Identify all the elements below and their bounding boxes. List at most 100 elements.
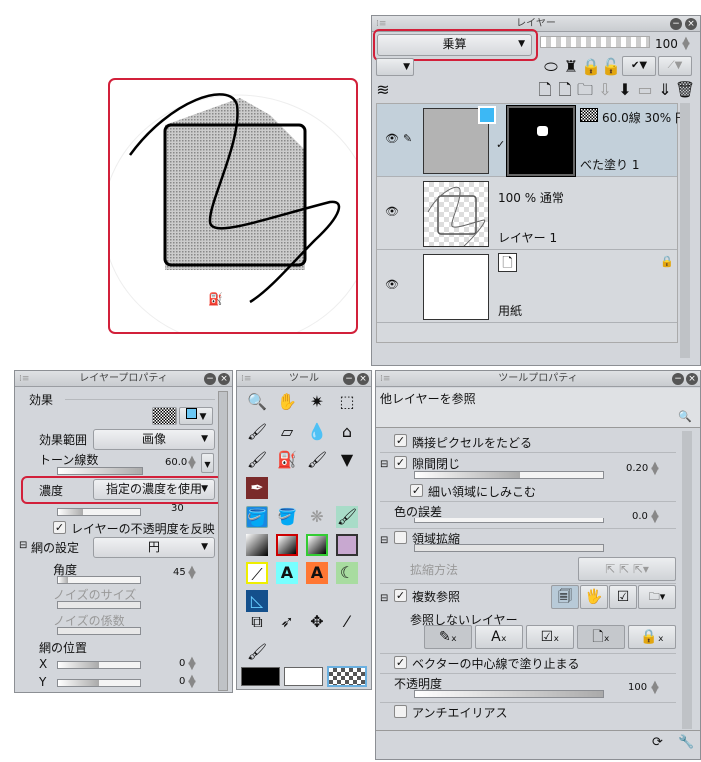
canvas-area[interactable]: ⛽ <box>102 78 374 346</box>
pen-nib-tool-icon[interactable]: ✒ <box>246 477 268 499</box>
layer-color-dropdown[interactable]: ▼ <box>179 407 213 425</box>
balloon-tool-icon[interactable]: A <box>306 562 328 584</box>
fill-house-tool-icon[interactable]: ⌂ <box>336 421 358 443</box>
watercolor-tool-icon[interactable]: 🖌 <box>306 449 328 471</box>
gradient-tool-icon[interactable] <box>246 534 268 556</box>
minimize-icon[interactable]: − <box>343 373 355 385</box>
screen-setting-dropdown[interactable]: 円 ▼ <box>93 537 215 558</box>
close-gap-spin[interactable]: ▲ ▼ <box>650 461 660 477</box>
search-icon[interactable]: 🔍 <box>678 410 692 423</box>
color-dropdown[interactable]: ▼ <box>376 58 414 76</box>
visibility-eye-icon[interactable]: 👁 <box>385 205 399 218</box>
mask-thumbnail[interactable] <box>507 106 575 176</box>
mask-off-dropdown[interactable]: ⟋▼ <box>658 56 692 76</box>
airbrush-tool-icon[interactable]: ⛽ <box>276 449 298 471</box>
sub-color-swatch[interactable] <box>284 667 323 686</box>
follow-adjacent-checkbox[interactable]: ✓ <box>394 434 407 447</box>
ref-all-layers-button[interactable]: 🗐 <box>551 585 579 609</box>
layer-move-tool-icon[interactable]: ⧉ <box>246 611 268 633</box>
clip-icon[interactable]: ⬭ <box>540 56 562 78</box>
zoom-tool-icon[interactable]: 🔍 <box>246 391 268 413</box>
selection-tool-icon[interactable]: ⬚ <box>336 391 358 413</box>
gradient-red-tool-icon[interactable] <box>276 534 298 556</box>
close-icon[interactable]: × <box>685 18 697 30</box>
exclude-paper-button[interactable]: 🗋ₓ <box>577 625 625 649</box>
y-slider[interactable] <box>57 679 141 687</box>
figure-tool-icon[interactable] <box>336 534 358 556</box>
transparent-color-swatch[interactable] <box>327 666 367 687</box>
pen-tool-icon[interactable]: 🖌 <box>246 421 268 443</box>
opacity-spin[interactable]: ▲ ▼ <box>650 680 660 696</box>
eyedropper-tool-icon[interactable]: ⁄ <box>336 611 358 633</box>
layer-scrollbar[interactable] <box>680 103 690 358</box>
angle-slider[interactable] <box>57 576 141 584</box>
antialias-checkbox[interactable] <box>394 705 407 718</box>
tone-lines-dropdown[interactable]: ▼ <box>201 453 214 473</box>
frame-tool-icon[interactable]: ⟋ <box>246 562 268 584</box>
area-scaling-checkbox[interactable] <box>394 531 407 544</box>
vector-stop-checkbox[interactable]: ✓ <box>394 656 407 669</box>
collapse-icon[interactable]: ⊟ <box>19 540 27 551</box>
reflect-opacity-checkbox[interactable]: ✓ <box>53 521 66 534</box>
collapse-icon[interactable]: ⊟ <box>380 459 388 470</box>
tone-lines-slider[interactable] <box>57 467 143 475</box>
collapse-icon[interactable]: ⊟ <box>380 535 388 546</box>
fill-tool-icon[interactable]: 🪣 <box>246 506 268 528</box>
layers-menu-icon[interactable]: ≋ <box>372 79 394 101</box>
main-color-swatch[interactable] <box>241 667 280 686</box>
blend-tool-icon[interactable]: 💧 <box>306 421 328 443</box>
visibility-eye-icon[interactable]: 👁 <box>385 132 399 145</box>
ref-folder-button[interactable]: 🗀▾ <box>638 585 676 609</box>
brush-green-tool-icon[interactable]: 🖌 <box>336 506 358 528</box>
decoration-tool-icon[interactable]: ▼ <box>336 449 358 471</box>
auto-select-tool-icon[interactable]: ✷ <box>306 391 328 413</box>
mask-icon[interactable]: ▭ <box>634 79 656 101</box>
text-tool-icon[interactable]: A <box>276 562 298 584</box>
layer-row[interactable]: 👁 ✎ ✓ 60.0線 30% 円 べた塗り 1 <box>377 104 687 177</box>
blur-tool-icon[interactable]: ❋ <box>306 506 328 528</box>
new-folder-icon[interactable]: 🗀 <box>574 79 596 101</box>
close-icon[interactable]: × <box>686 373 698 385</box>
settings-wrench-icon[interactable]: 🔧 <box>678 735 694 750</box>
new-raster-layer-icon[interactable]: 🗋 <box>534 79 556 101</box>
move-tool-icon[interactable]: ✥ <box>306 611 328 633</box>
multiple-ref-checkbox[interactable]: ✓ <box>394 589 407 602</box>
object-tool-icon[interactable]: ➶ <box>276 611 298 633</box>
effect-range-dropdown[interactable]: 画像 ▼ <box>93 429 215 450</box>
gradient-green-tool-icon[interactable] <box>306 534 328 556</box>
visibility-eye-icon[interactable]: 👁 <box>385 278 399 291</box>
x-spin[interactable]: ▲ ▼ <box>187 656 197 672</box>
density-dropdown[interactable]: 指定の濃度を使用 ▼ <box>93 479 215 500</box>
ruler-tool-icon[interactable]: ◺ <box>246 590 268 612</box>
color-margin-slider[interactable] <box>414 518 604 523</box>
close-gap-slider[interactable] <box>414 471 604 479</box>
tool-property-scrollbar[interactable] <box>682 431 692 729</box>
x-slider[interactable] <box>57 661 141 669</box>
opacity-slider[interactable] <box>414 690 604 698</box>
delete-layer-icon[interactable]: 🗑 <box>674 79 696 101</box>
layer-row[interactable]: 👁 🗋 🔒 用紙 <box>377 250 677 323</box>
angle-spin[interactable]: ▲ ▼ <box>187 565 197 581</box>
merge-down-icon[interactable]: ⬇ <box>614 79 636 101</box>
layer-property-scrollbar[interactable] <box>218 391 228 691</box>
exclude-text-button[interactable]: Aₓ <box>475 625 523 649</box>
minimize-icon[interactable]: − <box>672 373 684 385</box>
lock-alpha-icon[interactable]: 🔓 <box>600 56 622 78</box>
layer-row[interactable]: 👁 100 % 通常 レイヤー 1 <box>377 177 677 250</box>
mask-dropdown[interactable]: ✔▼ <box>622 56 656 76</box>
y-spin[interactable]: ▲ ▼ <box>187 674 197 690</box>
collapse-icon[interactable]: ⊟ <box>380 593 388 604</box>
tone-lines-spin[interactable]: ▲ ▼ <box>187 455 197 471</box>
exclude-draft-button[interactable]: ✎ₓ <box>424 625 472 649</box>
fill-narrow-checkbox[interactable]: ✓ <box>410 484 423 497</box>
hand-tool-icon[interactable]: ✋ <box>276 391 298 413</box>
eraser-tool-icon[interactable]: ▱ <box>276 421 298 443</box>
ref-selected-layers-button[interactable]: ☑ <box>609 585 637 609</box>
exclude-edit-target-button[interactable]: ☑ₓ <box>526 625 574 649</box>
minimize-icon[interactable]: − <box>670 18 682 30</box>
close-gap-checkbox[interactable]: ✓ <box>394 456 407 469</box>
exclude-locked-button[interactable]: 🔒ₓ <box>628 625 676 649</box>
opacity-spin[interactable]: ▲ ▼ <box>681 36 691 52</box>
reference-icon[interactable]: ♜ <box>560 56 582 78</box>
minimize-icon[interactable]: − <box>204 373 216 385</box>
